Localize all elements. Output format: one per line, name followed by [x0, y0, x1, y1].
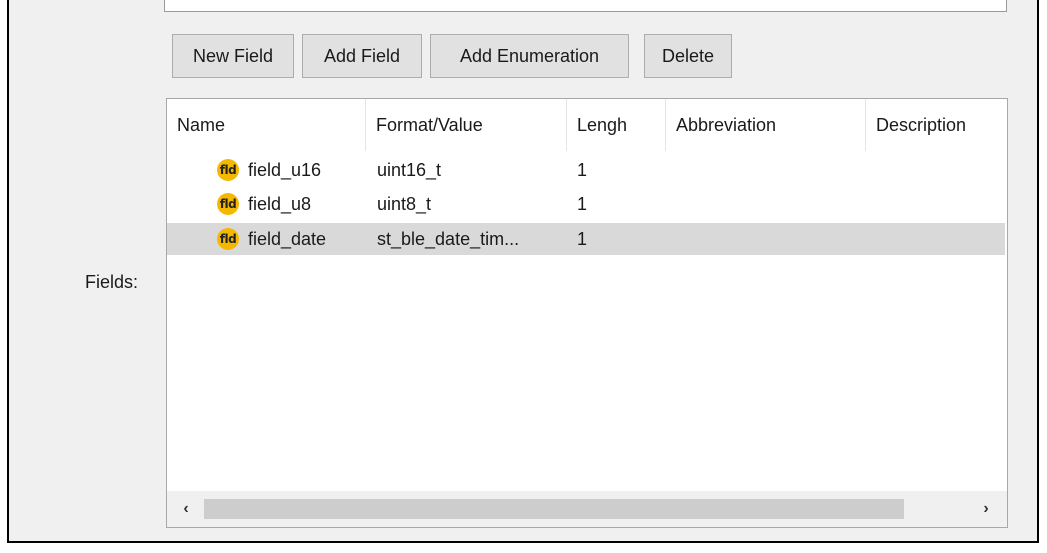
fields-panel: New Field Add Field Add Enumeration Dele… [7, 0, 1039, 543]
row-format: uint8_t [377, 193, 432, 214]
scroll-left-icon[interactable]: ‹ [173, 497, 199, 521]
column-header-format[interactable]: Format/Value [366, 99, 567, 151]
row-name: field_u16 [248, 159, 322, 180]
table-header: Name Format/Value Lengh Abbreviation Des… [167, 99, 1007, 151]
fields-label: Fields: [85, 272, 139, 292]
table-row-selected[interactable]: fld field_date st_ble_date_tim... 1 [167, 223, 1005, 255]
horizontal-scrollbar[interactable]: ‹ › [167, 491, 1007, 527]
add-field-button[interactable]: Add Field [302, 34, 422, 78]
field-icon: fld [217, 228, 239, 250]
scroll-right-icon[interactable]: › [973, 497, 999, 521]
column-header-length[interactable]: Lengh [567, 99, 666, 151]
column-header-description[interactable]: Description [866, 99, 1007, 151]
row-name: field_u8 [248, 193, 312, 214]
delete-button[interactable]: Delete [644, 34, 732, 78]
row-length: 1 [577, 228, 588, 249]
field-icon: fld [217, 159, 239, 181]
field-icon: fld [217, 193, 239, 215]
row-length: 1 [577, 193, 588, 214]
top-field-box [164, 0, 1007, 12]
column-header-abbreviation[interactable]: Abbreviation [666, 99, 866, 151]
table-row[interactable]: fld field_u16 uint16_t 1 [167, 154, 1005, 186]
fields-table[interactable]: Name Format/Value Lengh Abbreviation Des… [166, 98, 1008, 528]
row-format: uint16_t [377, 159, 442, 180]
row-length: 1 [577, 159, 588, 180]
new-field-button[interactable]: New Field [172, 34, 294, 78]
row-name: field_date [248, 228, 327, 249]
add-enumeration-button[interactable]: Add Enumeration [430, 34, 629, 78]
table-row[interactable]: fld field_u8 uint8_t 1 [167, 188, 1005, 220]
column-header-name[interactable]: Name [167, 99, 366, 151]
scrollbar-thumb[interactable] [204, 499, 904, 519]
row-format: st_ble_date_tim... [377, 228, 520, 249]
